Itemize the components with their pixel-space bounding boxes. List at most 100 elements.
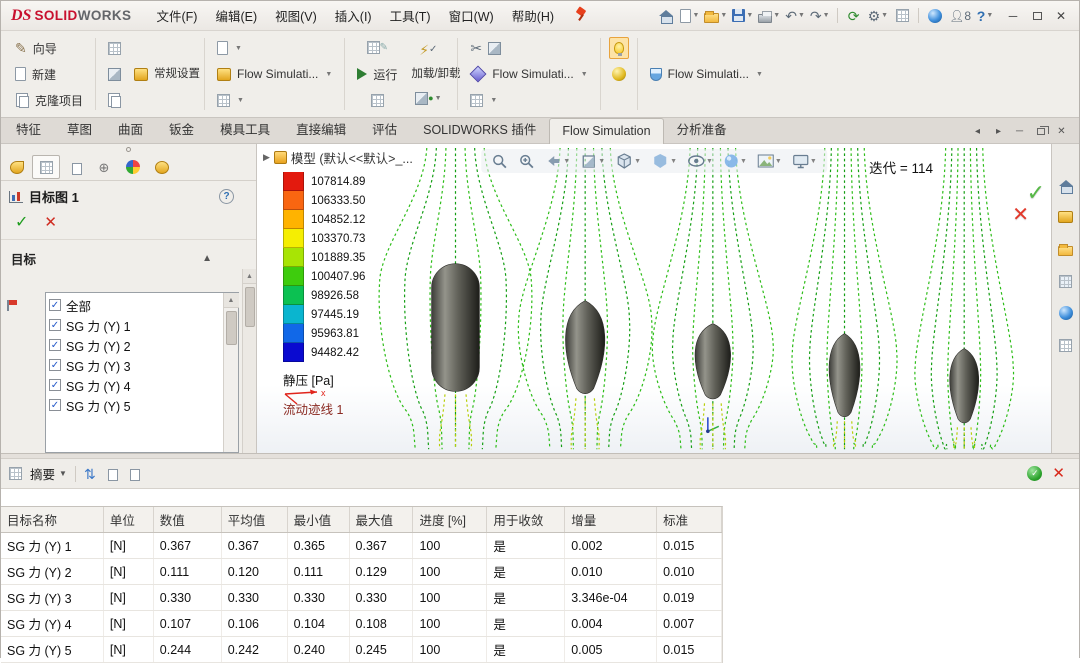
tab-evaluate[interactable]: 评估 [359,113,410,143]
list-scrollbar[interactable]: ▲ [223,293,238,452]
section-view-icon[interactable]: ▼ [580,153,605,170]
confirm-cancel-icon[interactable]: ✕ [1012,202,1029,227]
display-style-icon[interactable]: ▼ [651,152,677,170]
lightbulb-icon[interactable] [609,37,629,59]
rebuild-icon[interactable]: ⟳ [844,5,864,27]
options-gear-icon[interactable]: ⚙▼ [867,5,890,27]
ok-button[interactable]: ✓ [15,215,28,231]
collapse-chevron-icon[interactable]: ▲ [202,253,212,264]
menu-item[interactable]: 文件(F) [147,1,206,30]
zoom-fit-icon[interactable] [491,153,508,170]
previous-window-icon[interactable]: ◂ [968,123,987,140]
file-explorer-icon[interactable] [1055,238,1077,260]
load-unload-button[interactable]: 加载/卸载 [407,68,449,81]
tab-mold-tools[interactable]: 模具工具 [207,113,283,143]
scrollbar-thumb[interactable] [245,287,255,327]
simulation-tab-icon[interactable] [148,155,176,179]
tab-direct-editing[interactable]: 直接编辑 [283,113,359,143]
goal-row[interactable]: ✓ SG 力 (Y) 5 [49,395,223,415]
propertymanager-tab-icon[interactable] [32,155,60,179]
close-doc-icon[interactable]: ✕ [1052,123,1071,140]
menu-item[interactable]: 插入(I) [326,1,381,30]
appearances-icon[interactable] [1055,302,1077,324]
copy-table-icon[interactable] [130,469,140,481]
appearance-sphere-icon[interactable] [609,63,629,85]
goal-row[interactable]: ✓ 全部 [49,295,223,315]
appearance-ball-icon[interactable] [925,5,945,27]
cancel-button[interactable]: ✕ [44,215,57,231]
scroll-up-icon[interactable]: ▲ [243,269,257,284]
goal-row[interactable]: ✓ SG 力 (Y) 4 [49,375,223,395]
close-icon[interactable]: ✕ [1049,6,1073,26]
print-icon[interactable]: ▼ [757,5,781,27]
custom-properties-icon[interactable] [1055,334,1077,356]
goal-checkbox[interactable]: ✓ [49,319,61,331]
goal-checkbox[interactable]: ✓ [49,299,61,311]
hide-show-items-icon[interactable]: ▼ [687,155,713,167]
menu-item[interactable]: 视图(V) [266,1,326,30]
solve-settings-icon[interactable]: ✎ [353,37,401,59]
goal-checkbox[interactable]: ✓ [49,399,61,411]
component-control-icon[interactable] [104,89,124,111]
view-palette-icon[interactable] [1055,270,1077,292]
goal-row[interactable]: ✓ SG 力 (Y) 2 [49,335,223,355]
tab-solidworks-addins[interactable]: SOLIDWORKS 插件 [410,113,549,143]
goal-checkbox[interactable]: ✓ [49,379,61,391]
file-properties-icon[interactable] [892,5,912,27]
redo-icon[interactable]: ↷▼ [809,5,831,27]
goal-row[interactable]: ✓ SG 力 (Y) 1 [49,315,223,335]
open-icon[interactable]: ▼ [703,5,728,27]
view-settings-icon[interactable]: ▼ [792,154,817,169]
edit-appearance-icon[interactable]: ▼ [723,153,747,169]
next-window-icon[interactable]: ▸ [989,123,1008,140]
previous-view-icon[interactable]: ▼ [545,153,570,170]
menu-item[interactable]: 编辑(E) [206,1,266,30]
flow-simulation-dropdown-3[interactable]: Flow Simulati...▼ [646,62,767,87]
user-icon[interactable]: 👤︎8 [948,5,972,27]
featuremanager-flyout[interactable]: ▶ 模型 (默认<<默认>_... [263,148,413,167]
results-cut-plot-icon[interactable]: ✂ [466,36,591,61]
undo-icon[interactable]: ↶▼ [784,5,806,27]
goal-row[interactable]: ✓ SG 力 (Y) 3 [49,355,223,375]
general-settings-button[interactable]: 常规设置 [130,68,196,81]
minimize-doc-icon[interactable]: ─ [1010,123,1029,140]
featuremanager-tab-icon[interactable] [3,155,31,179]
menu-item[interactable]: 窗口(W) [440,1,503,30]
results-monitor-icon[interactable]: ●▼ [407,87,449,109]
scene-icon[interactable]: ▼ [757,154,782,168]
displaymanager-tab-icon[interactable] [119,155,147,179]
goals-icon[interactable] [104,37,124,59]
tab-features[interactable]: 特征 [3,113,54,143]
flow-simulation-dropdown-2[interactable]: Flow Simulati...▼ [466,62,591,87]
graphics-viewport[interactable]: ▶ 模型 (默认<<默认>_... ▼ ▼ ▼ ▼ ▼ ▼ ▼ ▼ 迭代 = 1… [257,144,1051,453]
restore-doc-icon[interactable] [1031,123,1050,140]
run-button[interactable]: 运行 [353,62,401,87]
scroll-up-icon[interactable]: ▲ [224,293,239,308]
tab-sheet-metal[interactable]: 钣金 [156,113,207,143]
insert-boundary-icon[interactable]: ▼ [213,36,336,61]
goal-checkbox[interactable]: ✓ [49,359,61,371]
clone-project-button[interactable]: 克隆项目 [11,88,87,113]
minimize-icon[interactable]: ─ [1001,6,1025,26]
pin-menu-icon[interactable] [575,8,587,23]
configurationmanager-tab-icon[interactable] [61,155,89,179]
wizard-button[interactable]: ✎向导 [11,36,87,61]
confirm-ok-icon[interactable]: ✓ [1027,180,1045,206]
help-icon[interactable]: ? [219,189,234,204]
save-icon[interactable]: ▼ [731,5,754,27]
new-project-button[interactable]: 新建 [11,62,87,87]
close-summary-icon[interactable]: ✕ [1052,466,1065,481]
results-surface-plot-icon[interactable]: ▼ [466,88,591,113]
new-document-icon[interactable]: ▼ [679,5,700,27]
goals-group-header[interactable]: 目标 ▲ [1,240,256,272]
batch-run-icon[interactable] [353,90,401,112]
refresh-goals-icon[interactable]: ⇅ [84,467,96,481]
restore-icon[interactable] [1025,6,1049,26]
view-orientation-icon[interactable]: ▼ [615,152,641,170]
scrollbar-thumb[interactable] [226,311,237,345]
zoom-area-icon[interactable] [518,153,535,170]
expand-caret-icon[interactable]: ▶ [263,152,270,163]
tab-flow-simulation[interactable]: Flow Simulation [549,118,663,144]
panel-splitter-handle[interactable] [1,144,256,154]
resources-home-icon[interactable] [1055,174,1077,196]
